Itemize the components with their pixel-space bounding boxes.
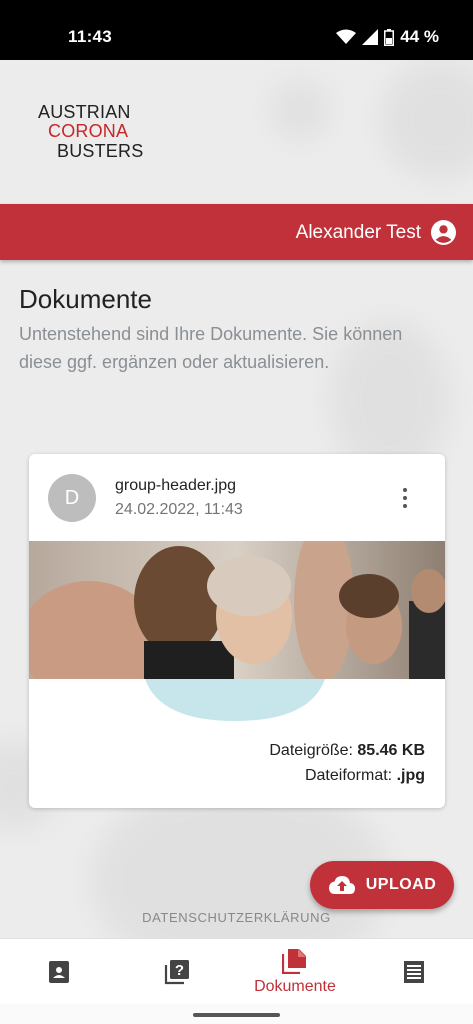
status-time: 11:43: [68, 27, 113, 46]
status-icons: 44 %: [336, 27, 439, 47]
upload-button[interactable]: UPLOAD: [310, 861, 454, 909]
document-card[interactable]: D group-header.jpg 24.02.2022, 11:43 Dat…: [29, 454, 445, 808]
app-logo: AUSTRIAN CORONA BUSTERS: [38, 102, 158, 164]
privacy-policy-link[interactable]: DATENSCHUTZERKLÄRUNG: [0, 910, 473, 925]
document-file-name: group-header.jpg: [115, 477, 236, 494]
wifi-icon: [336, 29, 357, 44]
nav-item-questionnaire[interactable]: ?: [118, 939, 236, 1005]
nav-item-documents[interactable]: Dokumente: [236, 939, 354, 1005]
user-header-bar: Alexander Test: [0, 204, 473, 260]
logo-line-1: AUSTRIAN: [38, 102, 131, 122]
battery-percent: 44 %: [400, 27, 439, 46]
document-preview-image: [29, 541, 445, 679]
gesture-handle[interactable]: [193, 1013, 280, 1017]
status-bar: 11:43 44 %: [0, 0, 473, 60]
question-library-icon: ?: [164, 960, 189, 985]
user-name[interactable]: Alexander Test: [296, 222, 421, 244]
bottom-navigation: ? Dokumente: [0, 938, 473, 1004]
logo-line-2: CORONA: [48, 121, 129, 141]
nav-documents-label: Dokumente: [254, 978, 336, 995]
decorative-circle: [145, 679, 325, 721]
logo-line-3: BUSTERS: [57, 141, 144, 161]
document-size: Dateigröße: 85.46 KB: [269, 742, 425, 760]
nav-item-receipts[interactable]: [355, 939, 473, 1005]
document-avatar: D: [48, 474, 96, 522]
receipt-list-icon: [404, 961, 424, 983]
page-title: Dokumente: [19, 284, 152, 314]
svg-text:?: ?: [175, 962, 184, 979]
format-value: .jpg: [396, 767, 425, 784]
upload-label: UPLOAD: [365, 876, 437, 893]
page-subtitle: Untenstehend sind Ihre Dokumente. Sie kö…: [19, 324, 403, 372]
signal-icon: [362, 29, 379, 45]
size-value: 85.46 KB: [357, 742, 425, 759]
format-label: Dateiformat:: [304, 767, 393, 784]
cloud-upload-icon: [328, 876, 355, 894]
documents-icon: [282, 949, 306, 974]
document-date: 24.02.2022, 11:43: [115, 501, 243, 518]
document-format: Dateiformat: .jpg: [305, 767, 425, 785]
more-options-icon[interactable]: [393, 486, 417, 510]
battery-icon: [384, 28, 395, 46]
nav-item-profile[interactable]: [0, 939, 118, 1005]
account-circle-icon[interactable]: [431, 220, 456, 245]
contact-card-icon: [49, 961, 69, 983]
size-label: Dateigröße:: [269, 742, 353, 759]
